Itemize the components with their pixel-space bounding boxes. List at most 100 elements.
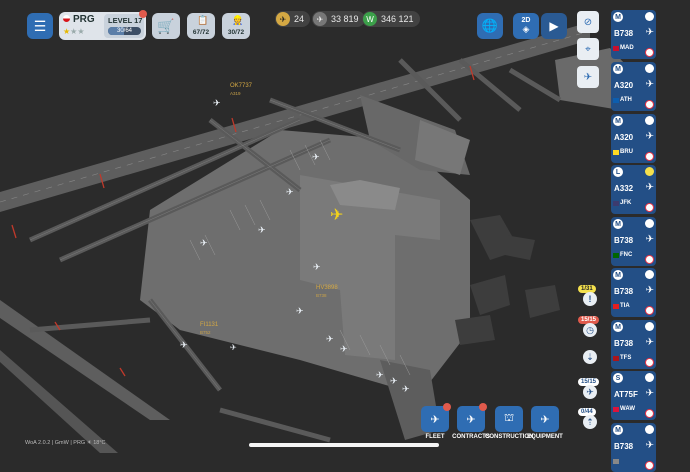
status-icon (645, 373, 654, 382)
view-mode-button[interactable]: 2D ◈ (513, 13, 539, 39)
status-icon (645, 322, 654, 331)
construction-button[interactable]: ⛫ (495, 406, 523, 432)
aircraft-model: AT75F (614, 390, 638, 399)
flight-label[interactable]: OK7737 A319 (230, 83, 252, 97)
destination-code: FNC (620, 252, 633, 258)
takeoff-icon: ⇡ (583, 415, 597, 429)
svg-text:✈: ✈ (376, 371, 384, 381)
timer-icon (645, 461, 654, 470)
flight-callsign: OK7737 (230, 83, 253, 89)
money-icon: W (363, 12, 377, 26)
destination-code: MAD (620, 45, 634, 51)
flight-card[interactable]: M A320 ✈ BRU (611, 114, 656, 163)
status-icon (645, 12, 654, 21)
status-icon (645, 425, 654, 434)
status-icon (645, 64, 654, 73)
flight-type: A319 (230, 91, 241, 96)
layers-icon: ◈ (522, 24, 530, 34)
svg-text:✈: ✈ (258, 226, 266, 236)
equipment-button[interactable]: ✈ (531, 406, 559, 432)
svg-text:✈: ✈ (230, 343, 237, 352)
staff-button[interactable]: 👷 30/72 (222, 13, 250, 39)
airplane-icon: ✈ (583, 71, 593, 83)
airplane-icon: ✈ (645, 131, 654, 142)
flag-icon (613, 46, 619, 51)
focus-button[interactable]: ⌖ (577, 38, 599, 60)
aircraft-model: A332 (614, 184, 634, 193)
camera-button[interactable]: ▶ (541, 13, 567, 39)
flight-type: B752 (200, 330, 211, 335)
hide-ui-button[interactable]: ⊘ (577, 11, 599, 33)
timer-icon (645, 203, 654, 212)
flight-card[interactable]: M B738 ✈ TIA (611, 268, 656, 317)
airplane-icon: ✈ (645, 337, 654, 348)
size-class-badge: M (613, 219, 623, 229)
svg-text:✈: ✈ (296, 307, 304, 317)
staff-icon: 👷 (232, 15, 244, 25)
flag-icon (613, 356, 619, 361)
airplane-icon: ✈ (645, 27, 654, 38)
destination-code: TIA (620, 303, 630, 309)
timer-icon (645, 409, 654, 418)
flight-label[interactable]: FI1131 B752 (200, 322, 218, 336)
notification-badge (139, 10, 147, 18)
aircraft-model: B738 (614, 29, 634, 38)
aircraft-model: A320 (614, 81, 634, 90)
status-icon (645, 116, 654, 125)
stands-button[interactable]: 📋 67/72 (187, 13, 215, 39)
version-footer: WoA 2.0.2 | GmW | PRG ☀ 18°C (25, 440, 106, 446)
airport-code: PRG (73, 14, 95, 25)
destination-code: WAW (620, 406, 635, 412)
menu-button[interactable]: ☰ (27, 13, 53, 39)
flight-card[interactable]: M A320 ✈ ATH (611, 62, 656, 111)
size-class-badge: M (613, 270, 623, 280)
landing-icon[interactable]: ⇣ (583, 350, 597, 364)
timer-icon (645, 48, 654, 57)
timer-icon (645, 255, 654, 264)
alert-icon: ! (583, 292, 597, 306)
level-label: LEVEL 17 (108, 16, 143, 25)
globe-button[interactable]: 🌐 (477, 13, 503, 39)
airplane-icon: ✈ (645, 388, 654, 399)
hamburger-icon: ☰ (33, 17, 47, 34)
globe-icon: 🌐 (481, 18, 499, 33)
flight-callsign: HV3898 (316, 285, 338, 291)
cart-icon: 🛒 (157, 17, 175, 34)
flight-card[interactable]: S AT75F ✈ WAW (611, 371, 656, 420)
flight-filter-button[interactable]: ✈ (577, 66, 599, 88)
flight-card[interactable]: M B738 ✈ FNC (611, 217, 656, 266)
svg-text:✈: ✈ (286, 188, 294, 198)
equipment-icon: ✈ (540, 413, 550, 426)
home-indicator[interactable] (249, 443, 439, 447)
svg-text:✈: ✈ (402, 385, 410, 395)
status-icon (645, 270, 654, 279)
svg-text:✈: ✈ (313, 263, 321, 273)
airport-level-panel[interactable]: PRG ★★★ LEVEL 17 30/64 (59, 12, 146, 40)
size-class-badge: M (613, 64, 623, 74)
destination-code: ATH (620, 97, 632, 103)
shop-button[interactable]: 🛒 (152, 13, 180, 39)
video-camera-icon: ▶ (549, 19, 559, 33)
flight-label[interactable]: HV3898 B738 (316, 285, 338, 299)
aircraft-model: B738 (614, 442, 634, 451)
coins-stat: ✈ 33 819 (312, 11, 365, 27)
flag-icon (613, 201, 619, 206)
size-class-badge: L (613, 167, 623, 177)
star-rating-icon: ★★★ (63, 27, 85, 36)
status-icon (645, 167, 654, 176)
flag-icon (613, 98, 619, 103)
staff-count: 30/72 (227, 29, 245, 36)
flag-icon (613, 304, 619, 309)
crossed-square-icon: ⊘ (583, 16, 593, 28)
flight-card[interactable]: M B738 ✈ TFS (611, 320, 656, 369)
svg-text:✈: ✈ (340, 345, 348, 355)
flight-card[interactable]: M B738 ✈ (611, 423, 656, 472)
flight-card[interactable]: M B738 ✈ MAD (611, 10, 656, 59)
timer-icon (645, 358, 654, 367)
timer-icon (645, 100, 654, 109)
flight-card[interactable]: L A332 ✈ JFK (611, 165, 656, 214)
equipment-label: EQUIPMENT (527, 434, 563, 440)
svg-text:✈: ✈ (180, 341, 188, 351)
svg-text:✈: ✈ (213, 99, 221, 109)
size-class-badge: M (613, 425, 623, 435)
